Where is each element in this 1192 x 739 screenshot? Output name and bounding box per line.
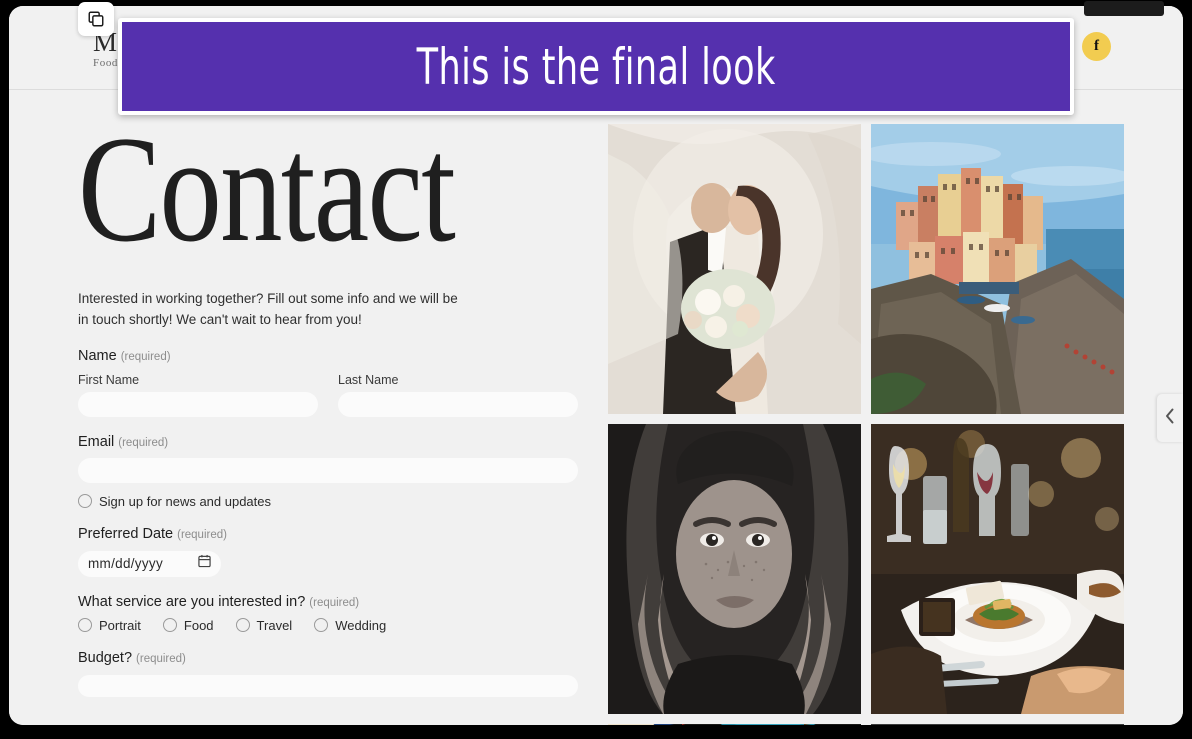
email-legend-text: Email [78,433,115,450]
cinque-terre-photo[interactable] [871,124,1124,414]
portrait-label: Portrait [99,617,141,633]
last-name-col: Last Name [338,373,578,417]
first-name-input[interactable] [78,391,318,417]
portrait-bw-photo[interactable] [608,424,861,714]
browser-chrome-bar [1084,1,1164,16]
service-legend-text: What service are you interested in? [78,593,306,610]
dark-portrait-photo[interactable] [871,724,1124,725]
wedding-couple-photo[interactable] [608,124,861,414]
first-name-label: First Name [78,372,140,387]
name-legend-text: Name [78,347,117,364]
service-options-row: Portrait Food Travel Wedding [78,618,578,633]
email-required-tag: (required) [118,436,169,449]
intro-line-2: in touch shortly! We can't wait to hear … [78,311,362,327]
name-row: First Name Last Name [78,373,578,417]
email-field-group: Email (required) [78,434,578,483]
intro-line-1: Interested in working together? Fill out… [78,291,458,306]
newsletter-radio-icon[interactable] [78,494,92,509]
budget-input[interactable] [78,674,578,697]
duplicate-icon[interactable] [78,2,114,36]
preferred-date-legend: Preferred Date (required) [78,526,578,542]
portrait-radio-icon[interactable] [78,618,92,633]
device-frame: Me Food f Contact Interested in working … [0,0,1192,739]
name-legend: Name (required) [78,348,578,364]
email-legend: Email (required) [78,434,578,450]
budget-required-tag: (required) [136,652,186,665]
restaurant-dish-photo[interactable] [871,424,1124,714]
budget-legend: Budget? (required) [78,650,578,666]
wedding-radio-icon[interactable] [314,618,329,633]
page-title: Contact [78,105,456,273]
budget-legend-text: Budget? [78,649,133,666]
service-option-wedding[interactable]: Wedding [314,618,386,633]
chevron-left-icon[interactable] [1165,408,1175,429]
service-option-portrait[interactable]: Portrait [78,618,141,633]
main-content: Contact Interested in working together? … [9,91,1183,725]
preferred-date-required-tag: (required) [177,528,227,541]
service-legend: What service are you interested in? (requ… [78,594,578,610]
image-gallery [608,124,1124,725]
service-field-group: What service are you interested in? (requ… [78,594,578,633]
travel-radio-icon[interactable] [235,618,250,633]
name-required-tag: (required) [120,350,171,363]
service-option-food[interactable]: Food [162,617,214,633]
food-radio-icon[interactable] [162,618,177,633]
first-name-col: First Name [78,373,318,417]
facebook-icon[interactable]: f [1082,32,1111,61]
last-name-input[interactable] [338,391,578,417]
final-look-text: This is the final look [416,37,776,96]
preferred-date-input[interactable]: mm/dd/yyyy [78,550,221,577]
preferred-date-group: Preferred Date (required) mm/dd/yyyy [78,526,578,577]
service-required-tag: (required) [309,596,360,609]
food-spread-photo[interactable] [608,724,861,725]
collapse-panel-tab[interactable] [1157,394,1183,442]
budget-field-group: Budget? (required) [78,650,578,697]
travel-label: Travel [256,617,293,633]
email-input[interactable] [78,457,578,483]
date-placeholder-text: mm/dd/yyyy [88,556,164,572]
final-look-banner: This is the final look [118,18,1074,115]
preferred-date-legend-text: Preferred Date [78,525,174,542]
name-field-group: Name (required) First Name Last Name [78,348,578,417]
contact-form-column: Contact Interested in working together? … [78,91,578,697]
newsletter-optin-row[interactable]: Sign up for news and updates [78,494,578,509]
intro-text: Interested in working together? Fill out… [78,289,478,331]
calendar-icon[interactable] [198,554,211,573]
wedding-label: Wedding [335,617,387,633]
last-name-label: Last Name [338,372,399,387]
newsletter-label: Sign up for news and updates [99,493,272,509]
service-option-travel[interactable]: Travel [235,617,293,633]
food-label: Food [183,617,214,633]
